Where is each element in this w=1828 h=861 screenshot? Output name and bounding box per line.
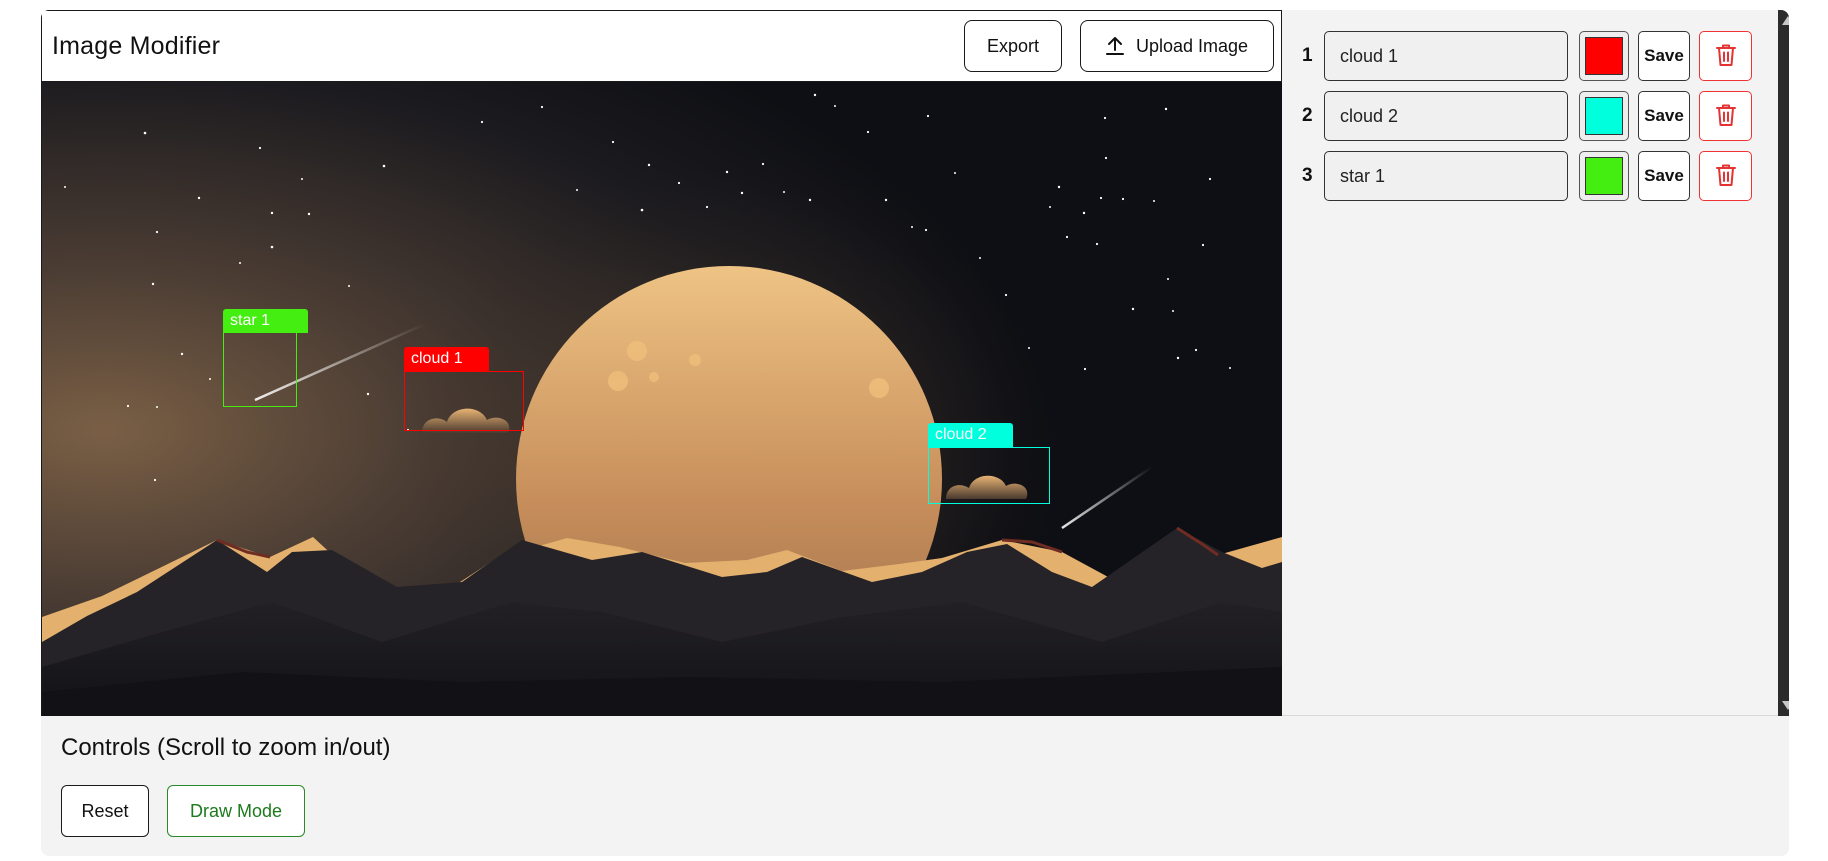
editor-header: Image Modifier Export Upload Image <box>42 11 1281 82</box>
color-swatch <box>1585 97 1623 135</box>
upload-button-label: Upload Image <box>1135 35 1249 56</box>
annotation-index: 2 <box>1302 105 1313 126</box>
annotation-color-picker[interactable] <box>1579 31 1629 81</box>
canvas-box-star-1[interactable] <box>223 332 297 407</box>
editor-panel: Image Modifier Export Upload Image star … <box>41 10 1282 716</box>
annotation-index: 1 <box>1302 45 1313 66</box>
draw-mode-button[interactable]: Draw Mode <box>167 785 305 837</box>
annotation-color-picker[interactable] <box>1579 91 1629 141</box>
annotation-save-button[interactable]: Save <box>1638 91 1690 141</box>
scroll-up-icon[interactable] <box>1782 16 1789 25</box>
annotation-color-picker[interactable] <box>1579 151 1629 201</box>
trash-icon <box>1715 43 1737 70</box>
color-swatch <box>1585 157 1623 195</box>
annotation-save-button[interactable]: Save <box>1638 31 1690 81</box>
annotation-save-button[interactable]: Save <box>1638 151 1690 201</box>
upload-image-button[interactable]: Upload Image <box>1080 20 1274 72</box>
annotation-delete-button[interactable] <box>1699 91 1752 141</box>
annotation-delete-button[interactable] <box>1699 151 1752 201</box>
annotation-delete-button[interactable] <box>1699 31 1752 81</box>
annotation-row: 1 Save <box>1282 30 1752 82</box>
trash-icon <box>1715 163 1737 190</box>
app-title: Image Modifier <box>52 32 221 60</box>
annotation-index: 3 <box>1302 165 1313 186</box>
reset-button[interactable]: Reset <box>61 785 149 837</box>
export-button[interactable]: Export <box>964 20 1062 72</box>
annotation-row: 3 Save <box>1282 150 1752 202</box>
canvas-box-cloud-2[interactable] <box>928 447 1050 504</box>
image-canvas[interactable]: star 1 cloud 1 cloud 2 <box>42 82 1282 716</box>
canvas-box-cloud-1[interactable] <box>404 371 524 431</box>
color-swatch <box>1585 37 1623 75</box>
annotation-label-input[interactable] <box>1324 151 1568 201</box>
canvas-label-cloud-2: cloud 2 <box>928 423 1013 447</box>
annotation-label-input[interactable] <box>1324 91 1568 141</box>
annotation-label-input[interactable] <box>1324 31 1568 81</box>
image-modifier-app: Image Modifier Export Upload Image star … <box>41 10 1789 856</box>
canvas-label-cloud-1: cloud 1 <box>404 347 489 371</box>
scroll-down-icon[interactable] <box>1782 701 1789 710</box>
upload-arrow-icon <box>1105 36 1124 56</box>
trash-icon <box>1715 103 1737 130</box>
controls-title: Controls (Scroll to zoom in/out) <box>61 734 391 761</box>
canvas-label-star-1: star 1 <box>223 309 308 333</box>
annotation-list-scrollbar[interactable] <box>1778 10 1789 716</box>
annotation-list-panel: 1 Save 2 Save <box>1282 10 1789 716</box>
annotation-row: 2 Save <box>1282 90 1752 142</box>
export-button-label: Export <box>986 35 1040 56</box>
